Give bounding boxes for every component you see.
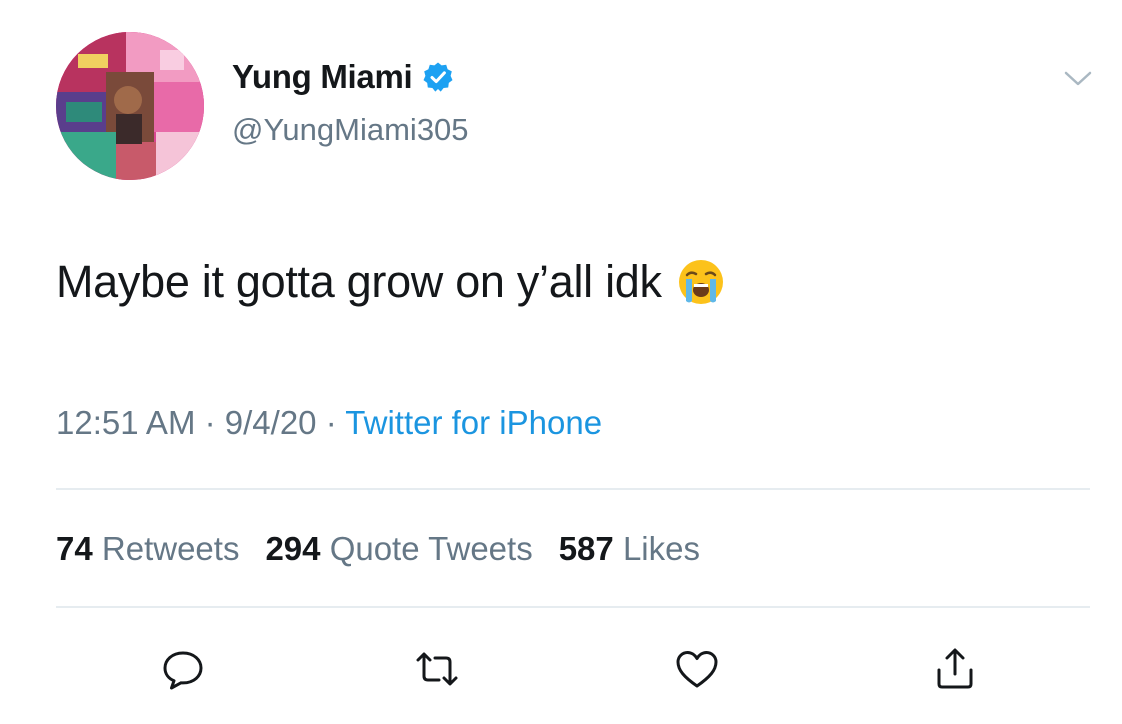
- display-name[interactable]: Yung Miami: [232, 58, 413, 96]
- heart-icon[interactable]: [672, 644, 722, 694]
- tweet-actions-bar: [0, 644, 1122, 700]
- chevron-down-icon[interactable]: [1060, 66, 1096, 90]
- likes-count: 587: [558, 530, 614, 567]
- author-name-row: Yung Miami: [232, 58, 454, 96]
- quote-tweets-label: Quote Tweets: [329, 530, 533, 567]
- user-handle[interactable]: @YungMiami305: [232, 112, 469, 148]
- divider: [56, 606, 1090, 608]
- engagement-stats: 74 Retweets 294 Quote Tweets 587 Likes: [56, 530, 700, 568]
- verified-badge-icon: [422, 61, 454, 93]
- loudly-crying-face-icon: [676, 257, 726, 307]
- reply-icon[interactable]: [158, 644, 208, 694]
- retweet-icon[interactable]: [412, 644, 462, 694]
- retweets-label: Retweets: [101, 530, 240, 567]
- tweet-card: Yung Miami @YungMiami305 Maybe it gotta …: [0, 0, 1122, 724]
- tweet-text: Maybe it gotta grow on y’all idk: [56, 256, 662, 307]
- likes-label: Likes: [622, 530, 700, 567]
- tweet-date[interactable]: 9/4/20: [225, 404, 317, 441]
- meta-separator: ·: [204, 404, 216, 441]
- tweet-metadata: 12:51 AM · 9/4/20 · Twitter for iPhone: [56, 404, 602, 442]
- quote-tweets-stat[interactable]: 294 Quote Tweets: [265, 530, 532, 568]
- likes-stat[interactable]: 587 Likes: [559, 530, 700, 568]
- retweets-stat[interactable]: 74 Retweets: [56, 530, 239, 568]
- retweets-count: 74: [56, 530, 93, 567]
- avatar-image: [56, 32, 204, 180]
- tweet-body: Maybe it gotta grow on y’all idk: [56, 256, 726, 308]
- share-icon[interactable]: [930, 644, 980, 694]
- quote-tweets-count: 294: [265, 530, 321, 567]
- meta-separator: ·: [325, 404, 337, 441]
- avatar[interactable]: [56, 32, 204, 180]
- tweet-time[interactable]: 12:51 AM: [56, 404, 195, 441]
- tweet-source-link[interactable]: Twitter for iPhone: [345, 404, 602, 441]
- divider: [56, 488, 1090, 490]
